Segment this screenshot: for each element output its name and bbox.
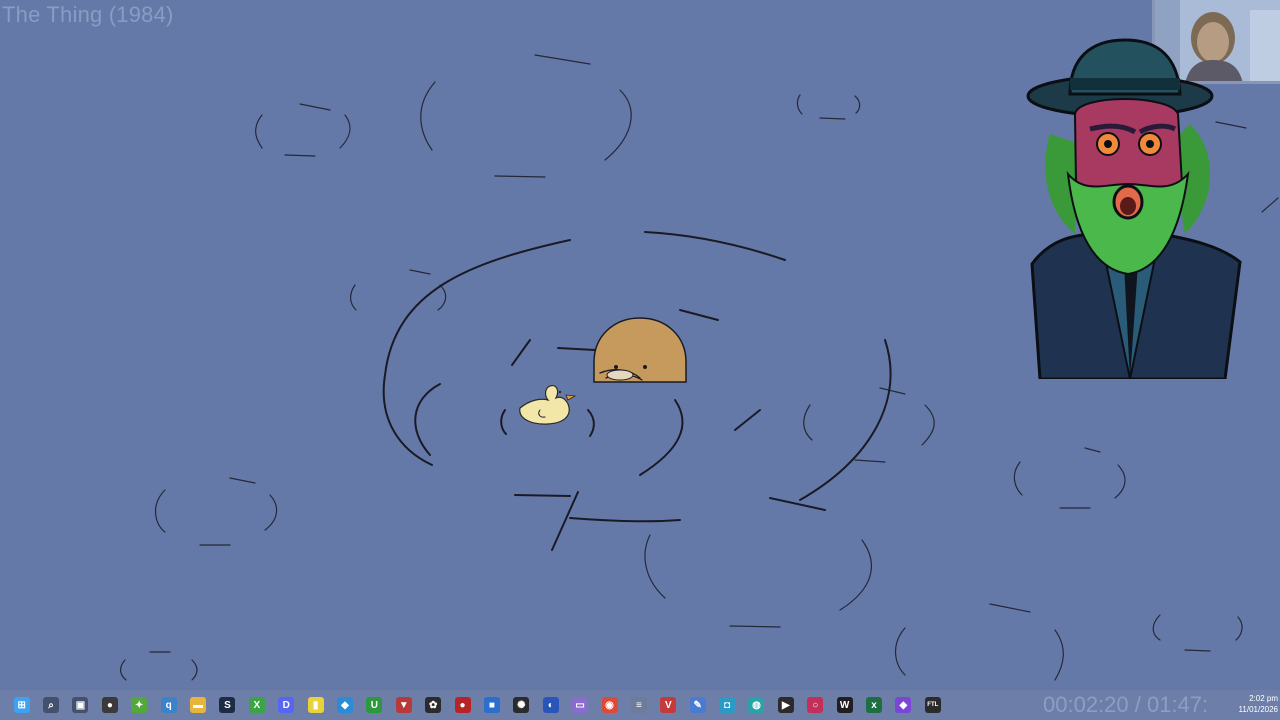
taskbar-icon-strip: ⊞ ⌕ ▣ ● ✦ q ▬ S X D ▮ ◆ U ▼ ✿ ● ■ ✺ ◐ ▭ ◉ ≡ V ✎ ◘ ◍ ▶ ○ Wx ◆ FTL bbox=[0, 690, 948, 720]
davinci-resolve-icon-glyph: ✺ bbox=[513, 697, 530, 713]
file-explorer-icon[interactable]: ▬ bbox=[183, 690, 212, 720]
notepad-icon[interactable]: ✎ bbox=[683, 690, 712, 720]
screen-capture-icon[interactable]: ◘ bbox=[712, 690, 741, 720]
app-purple-icon[interactable]: ▭ bbox=[565, 690, 594, 720]
database-icon-glyph: ≡ bbox=[630, 697, 647, 713]
wps-icon-glyph: W bbox=[836, 697, 853, 713]
bearded-man-portrait bbox=[1020, 34, 1250, 384]
rink-loop-strokes bbox=[382, 231, 892, 551]
system-clock[interactable]: 2:02 pm 11/01/2026 bbox=[1222, 693, 1278, 715]
screen-capture-icon-glyph: ◘ bbox=[719, 697, 736, 713]
windows-start-icon[interactable]: ⊞ bbox=[7, 690, 36, 720]
file-explorer-icon-glyph: ▬ bbox=[190, 697, 207, 713]
chrome-icon[interactable]: ◉ bbox=[595, 690, 624, 720]
epic-app-icon-glyph: ◐ bbox=[542, 697, 559, 713]
upwork-icon[interactable]: U bbox=[360, 690, 389, 720]
discord-icon-glyph: D bbox=[278, 697, 295, 713]
xbox-app-icon[interactable]: ✦ bbox=[125, 690, 154, 720]
chatgpt-icon[interactable]: ✿ bbox=[418, 690, 447, 720]
ftl-icon[interactable]: FTL bbox=[918, 690, 947, 720]
game-launcher-icon[interactable]: ▼ bbox=[389, 690, 418, 720]
search-icon[interactable]: ⌕ bbox=[36, 690, 65, 720]
chrome-icon-glyph: ◉ bbox=[601, 697, 618, 713]
discord-icon[interactable]: D bbox=[272, 690, 301, 720]
media-player-icon-glyph: ▶ bbox=[777, 697, 794, 713]
game-launcher-icon-glyph: ▼ bbox=[395, 697, 412, 713]
app-red-circle-icon[interactable]: ● bbox=[448, 690, 477, 720]
browser-globe-icon[interactable]: ◍ bbox=[742, 690, 771, 720]
database-icon[interactable]: ≡ bbox=[624, 690, 653, 720]
video-timecode: 00:02:20 / 01:47: bbox=[1043, 692, 1209, 717]
wps-icon[interactable]: W bbox=[830, 690, 859, 720]
voicemeeter-icon-glyph: V bbox=[660, 697, 677, 713]
video-frame: The Thing (1984) bbox=[0, 0, 1280, 690]
video-title: The Thing (1984) bbox=[2, 2, 174, 27]
steam-icon[interactable]: S bbox=[213, 690, 242, 720]
app-purple-icon-glyph: ▭ bbox=[572, 697, 589, 713]
notepad-icon-glyph: ✎ bbox=[689, 697, 706, 713]
windows-start-icon-glyph: ⊞ bbox=[13, 697, 30, 713]
davinci-resolve-icon[interactable]: ✺ bbox=[507, 690, 536, 720]
qbittorrent-icon[interactable]: q bbox=[154, 690, 183, 720]
excel-icon[interactable]: x bbox=[859, 690, 888, 720]
duck-character bbox=[519, 385, 577, 425]
upwork-icon-glyph: U bbox=[366, 697, 383, 713]
xbox-app-icon-glyph: ✦ bbox=[131, 697, 148, 713]
voicemeeter-icon[interactable]: V bbox=[654, 690, 683, 720]
chatgpt-icon-glyph: ✿ bbox=[425, 697, 442, 713]
obs-icon[interactable]: ● bbox=[95, 690, 124, 720]
app-ring-icon-glyph: ○ bbox=[807, 697, 824, 713]
app-blue-square-icon-glyph: ■ bbox=[483, 697, 500, 713]
app-ring-icon[interactable]: ○ bbox=[801, 690, 830, 720]
potato-character bbox=[593, 317, 687, 383]
task-view-icon-glyph: ▣ bbox=[72, 697, 89, 713]
vscode-icon-glyph: ◆ bbox=[336, 697, 353, 713]
excel-icon-glyph: x bbox=[866, 697, 883, 713]
vscode-icon[interactable]: ◆ bbox=[330, 690, 359, 720]
steam-icon-glyph: S bbox=[219, 697, 236, 713]
app-blue-square-icon[interactable]: ■ bbox=[477, 690, 506, 720]
app-red-circle-icon-glyph: ● bbox=[454, 697, 471, 713]
qbittorrent-icon-glyph: q bbox=[160, 697, 177, 713]
xbox-icon[interactable]: X bbox=[242, 690, 271, 720]
app-violet-icon-glyph: ◆ bbox=[895, 697, 912, 713]
xbox-icon-glyph: X bbox=[248, 697, 265, 713]
media-player-icon[interactable]: ▶ bbox=[771, 690, 800, 720]
search-icon-glyph: ⌕ bbox=[43, 697, 60, 713]
clock-time: 2:02 pm bbox=[1249, 694, 1278, 703]
task-view-icon[interactable]: ▣ bbox=[66, 690, 95, 720]
epic-app-icon[interactable]: ◐ bbox=[536, 690, 565, 720]
obs-icon-glyph: ● bbox=[101, 697, 118, 713]
app-violet-icon[interactable]: ◆ bbox=[889, 690, 918, 720]
sticky-notes-icon-glyph: ▮ bbox=[307, 697, 324, 713]
clock-date: 11/01/2026 bbox=[1238, 705, 1278, 714]
ftl-icon-glyph: FTL bbox=[924, 697, 941, 713]
browser-globe-icon-glyph: ◍ bbox=[748, 697, 765, 713]
sticky-notes-icon[interactable]: ▮ bbox=[301, 690, 330, 720]
